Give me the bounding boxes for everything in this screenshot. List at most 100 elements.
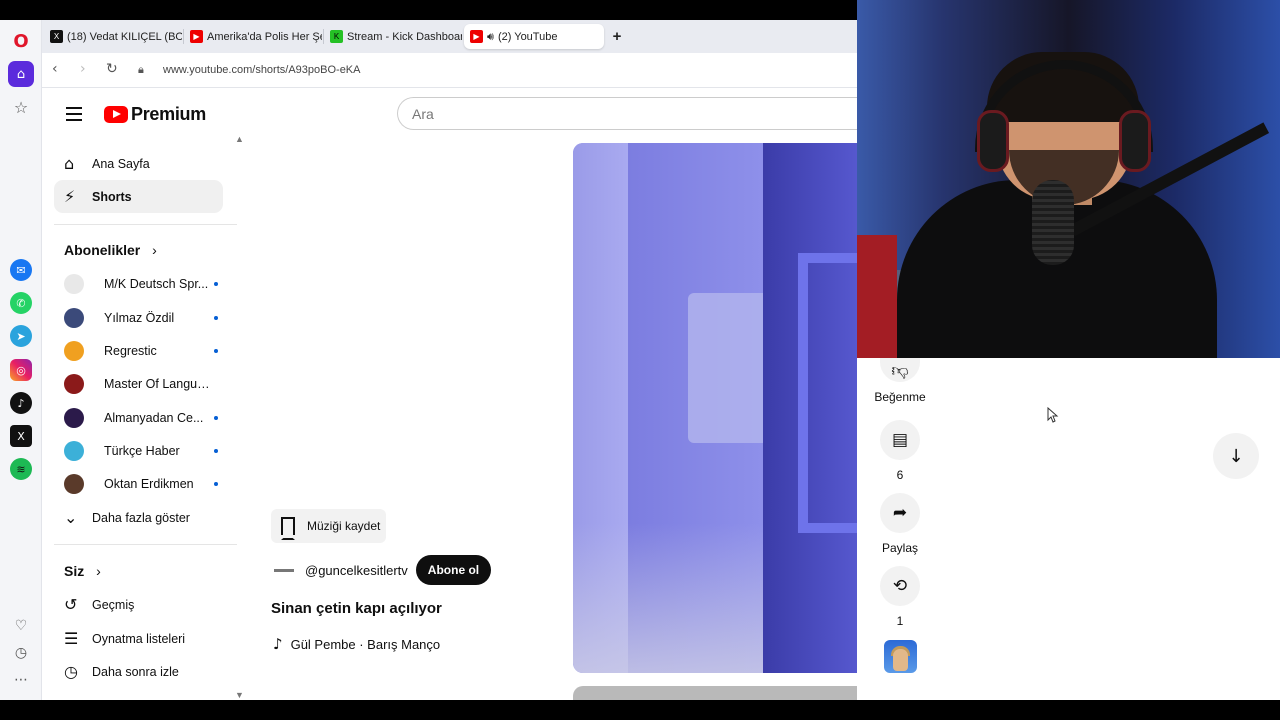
youtube-icon: ▶ — [470, 30, 483, 43]
sidebar-item-home[interactable]: ⌂ Ana Sayfa — [54, 147, 223, 180]
channel-avatar[interactable] — [271, 557, 297, 583]
share-icon[interactable]: ➦ — [880, 493, 920, 533]
share-label: Paylaş — [881, 541, 919, 555]
telegram-icon[interactable]: ➤ — [10, 325, 32, 347]
opera-home-icon[interactable]: ⌂ — [8, 61, 34, 87]
short-video-player[interactable] — [573, 143, 871, 673]
forward-icon[interactable]: › — [80, 61, 86, 77]
new-content-dot — [214, 415, 218, 420]
music-note-icon: ♪ — [273, 635, 283, 653]
youtube-logo[interactable]: Premium — [104, 104, 206, 125]
remix-icon[interactable]: ⟲ — [880, 566, 920, 606]
chevron-right-icon: › — [96, 563, 101, 579]
sidebar-item-history[interactable]: ↺ Geçmiş — [54, 588, 223, 621]
spotify-icon[interactable]: ≋ — [10, 458, 32, 480]
you-heading[interactable]: Siz › — [64, 563, 101, 579]
tab-label: Stream - Kick Dashboard — [347, 30, 462, 43]
subscribe-button[interactable]: Abone ol — [415, 555, 492, 585]
kick-icon: K — [330, 30, 343, 43]
sidebar-item-watch-later[interactable]: ◷ Daha sonra izle — [54, 655, 223, 688]
shorts-icon: ⚡︎ — [64, 187, 76, 206]
show-more-label: Daha fazla göster — [92, 510, 190, 525]
save-music-label: Müziği kaydet — [307, 519, 381, 533]
history-clock-icon[interactable]: ◷ — [8, 640, 34, 666]
new-content-dot — [214, 315, 218, 320]
url-field[interactable]: www.youtube.com/shorts/A93poBO-eKA — [163, 64, 360, 76]
share-action[interactable]: ➦ Paylaş — [870, 493, 930, 555]
opera-sidebar: O ⌂ ☆ ✉ ✆ ➤ ◎ ♪ X ≋ ♡ ◷ ⋯ — [0, 20, 42, 700]
comments-action[interactable]: ▤ 6 — [870, 420, 930, 482]
chevron-down-icon: ⌄ — [64, 508, 78, 527]
sidebar-item-subscription[interactable]: Almanyadan Ce... — [54, 401, 223, 434]
sidebar-item-subscription[interactable]: Türkçe Haber — [54, 434, 223, 467]
song-link[interactable]: ♪ Gül Pembe · Barış Manço — [273, 635, 440, 653]
x-twitter-icon[interactable]: X — [10, 425, 32, 447]
back-icon[interactable]: ‹ — [52, 61, 58, 77]
song-label: Gül Pembe · Barış Manço — [290, 636, 441, 652]
dislike-label: Beğenme — [874, 390, 926, 404]
new-content-dot — [214, 481, 218, 486]
short-actions-pane: 👎︎ Beğenme ▤ 6 ➦ Paylaş ⟲ 1 ↓ — [857, 358, 1280, 700]
new-content-dot — [214, 281, 218, 286]
short-title[interactable]: Sinan çetin kapı açılıyor — [271, 600, 442, 617]
sidebar-item-playlists[interactable]: ☰ Oynatma listeleri — [54, 622, 223, 655]
sidebar-item-label: Shorts — [92, 189, 132, 204]
opera-bookmarks-icon[interactable]: ☆ — [8, 94, 34, 120]
tab-kick[interactable]: K Stream - Kick Dashboard — [324, 24, 462, 49]
messenger-icon[interactable]: ✉ — [10, 259, 32, 281]
thumbs-down-icon[interactable]: 👎︎ — [880, 358, 920, 382]
sidebar-item-label: Oynatma listeleri — [92, 631, 186, 646]
scroll-down-icon[interactable]: ▼ — [235, 690, 244, 700]
more-icon[interactable]: ⋯ — [8, 667, 34, 693]
opera-logo-icon[interactable]: O — [10, 30, 32, 52]
sidebar-item-subscription[interactable]: Yılmaz Özdil — [54, 301, 223, 334]
new-tab-button[interactable]: + — [608, 28, 626, 46]
speaker-icon[interactable]: 🔊︎ — [487, 30, 494, 44]
next-short-button[interactable]: ↓ — [1213, 433, 1259, 479]
channel-name[interactable]: @guncelkesitlertv — [305, 563, 408, 578]
reload-icon[interactable]: ↻ — [106, 61, 118, 77]
save-music-button[interactable]: Müziği kaydet — [271, 509, 386, 543]
tab-youtube-active[interactable]: ▶ 🔊︎ (2) YouTube — [464, 24, 604, 49]
search-input[interactable]: Ara — [397, 97, 857, 130]
lock-icon: 🔒︎ — [138, 63, 144, 76]
show-more-button[interactable]: ⌄ Daha fazla göster — [54, 501, 223, 534]
scroll-up-icon[interactable]: ▲ — [235, 134, 244, 144]
subscription-name: Almanyadan Ce... — [104, 410, 204, 425]
youtube-play-icon — [104, 106, 128, 123]
playlist-icon: ☰ — [64, 629, 79, 648]
avatar — [64, 473, 84, 494]
subscriptions-heading[interactable]: Abonelikler › — [64, 242, 157, 258]
sidebar-item-shorts[interactable]: ⚡︎ Shorts — [54, 180, 223, 213]
logo-text: Premium — [131, 104, 206, 124]
sidebar-item-subscription[interactable]: Oktan Erdikmen — [54, 467, 223, 500]
remix-action[interactable]: ⟲ 1 — [870, 566, 930, 628]
comment-icon[interactable]: ▤ — [880, 420, 920, 460]
subscription-name: Oktan Erdikmen — [104, 476, 194, 491]
sidebar-item-label: Ana Sayfa — [92, 156, 150, 171]
sidebar-item-label: Daha sonra izle — [92, 664, 179, 679]
tab-amerika[interactable]: ▶ Amerika'da Polis Her Şeyi — [184, 24, 322, 49]
avatar — [64, 440, 84, 461]
tab-label: Amerika'da Polis Her Şeyi — [207, 30, 322, 43]
whatsapp-icon[interactable]: ✆ — [10, 292, 32, 314]
you-heading-label: Siz — [64, 563, 85, 579]
new-content-dot — [214, 448, 218, 453]
sidebar-item-subscription[interactable]: Regrestic — [54, 334, 223, 367]
tiktok-icon[interactable]: ♪ — [10, 392, 32, 414]
dislike-action[interactable]: 👎︎ Beğenme — [870, 358, 930, 404]
sidebar-item-label: Geçmiş — [92, 597, 135, 612]
sidebar-item-subscription[interactable]: M/K Deutsch Spr... — [54, 267, 223, 300]
tab-strip: X (18) Vedat KILIÇEL (BOMB ▶ Amerika'da … — [42, 20, 857, 53]
tab-label: (2) YouTube — [497, 30, 558, 43]
bottom-black-bar — [0, 700, 1280, 720]
heart-icon[interactable]: ♡ — [8, 613, 34, 639]
tab-vedat[interactable]: X (18) Vedat KILIÇEL (BOMB — [44, 24, 182, 49]
home-icon: ⌂ — [64, 154, 75, 173]
menu-icon[interactable] — [66, 107, 82, 125]
clock-icon: ◷ — [64, 662, 78, 681]
sound-thumbnail[interactable] — [884, 640, 917, 673]
subscriptions-heading-label: Abonelikler — [64, 242, 141, 258]
sidebar-item-subscription[interactable]: Master Of Languag... — [54, 367, 223, 400]
instagram-icon[interactable]: ◎ — [10, 359, 32, 381]
